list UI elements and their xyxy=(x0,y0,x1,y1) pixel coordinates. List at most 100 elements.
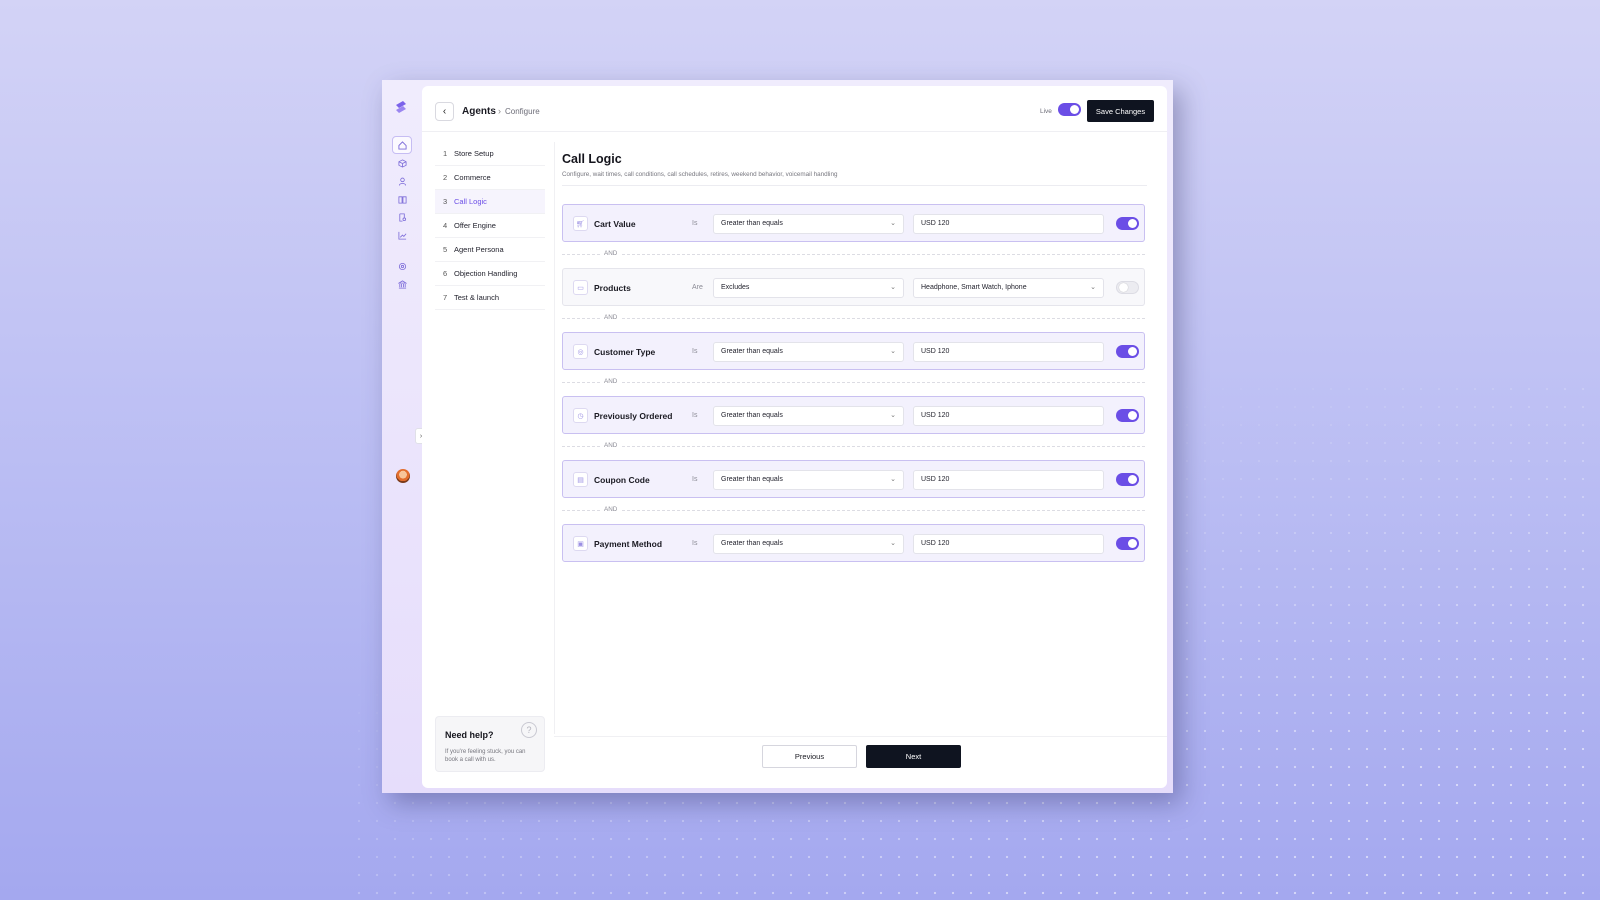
condition-row-products: ▭ Products Are Excludes ⌄ Headphone, Sma… xyxy=(562,268,1145,306)
dashed-line xyxy=(562,318,1145,319)
step-label: Agent Persona xyxy=(454,245,504,254)
condition-row-coupon-code: ▤ Coupon Code Is Greater than equals ⌄ U… xyxy=(562,460,1145,498)
step-number: 3 xyxy=(443,197,448,206)
user-icon[interactable] xyxy=(392,172,412,190)
condition-label: Previously Ordered xyxy=(594,411,673,421)
back-button[interactable]: ‹ xyxy=(435,102,454,121)
step-label: Objection Handling xyxy=(454,269,518,278)
operator-select[interactable]: Greater than equals ⌄ xyxy=(713,470,904,490)
condition-toggle[interactable] xyxy=(1116,217,1139,230)
step-label: Test & launch xyxy=(454,293,500,302)
chevron-down-icon: ⌄ xyxy=(890,412,896,419)
and-label: AND xyxy=(601,250,621,257)
value-text: USD 120 xyxy=(921,348,950,355)
condition-toggle[interactable] xyxy=(1116,409,1139,422)
chevron-down-icon: ⌄ xyxy=(1090,284,1096,291)
document-search-icon[interactable] xyxy=(392,208,412,226)
chevron-down-icon: ⌄ xyxy=(890,540,896,547)
bank-icon[interactable] xyxy=(392,275,412,293)
operator-select[interactable]: Greater than equals ⌄ xyxy=(713,534,904,554)
operator-select[interactable]: Greater than equals ⌄ xyxy=(713,214,904,234)
step-commerce[interactable]: 2 Commerce xyxy=(435,166,545,190)
step-store-setup[interactable]: 1 Store Setup xyxy=(435,142,545,166)
step-label: Commerce xyxy=(454,173,491,182)
step-number: 5 xyxy=(443,245,448,254)
live-toggle[interactable] xyxy=(1058,103,1081,116)
footer-bar: Previous Next xyxy=(554,736,1167,788)
condition-row-payment-method: ▣ Payment Method Is Greater than equals … xyxy=(562,524,1145,562)
ticket-icon: ▤ xyxy=(573,472,588,487)
operator-value: Greater than equals xyxy=(721,412,783,419)
card-icon: ▣ xyxy=(573,536,588,551)
value-input[interactable]: USD 120 xyxy=(913,470,1104,490)
condition-verb: Is xyxy=(692,476,698,483)
help-card[interactable]: Need help? If you're feeling stuck, you … xyxy=(435,716,545,772)
operator-value: Greater than equals xyxy=(721,540,783,547)
value-text: USD 120 xyxy=(921,540,950,547)
clock-icon: ◷ xyxy=(573,408,588,423)
condition-row-cart-value: 🛒︎ Cart Value Is Greater than equals ⌄ U… xyxy=(562,204,1145,242)
and-connector: AND xyxy=(562,313,1145,323)
condition-verb: Is xyxy=(692,348,698,355)
condition-row-previously-ordered: ◷ Previously Ordered Is Greater than equ… xyxy=(562,396,1145,434)
cart-icon: 🛒︎ xyxy=(573,216,588,231)
page-subtitle: Configure, wait times, call conditions, … xyxy=(562,171,838,178)
step-number: 2 xyxy=(443,173,448,182)
step-test-launch[interactable]: 7 Test & launch xyxy=(435,286,545,310)
settings-icon[interactable] xyxy=(392,257,412,275)
main-panel: ‹ Agents › Configure Live Save Changes 1… xyxy=(422,86,1167,788)
condition-toggle[interactable] xyxy=(1116,473,1139,486)
home-icon[interactable] xyxy=(392,136,412,154)
condition-verb: Is xyxy=(692,540,698,547)
condition-verb: Are xyxy=(692,284,703,291)
step-agent-persona[interactable]: 5 Agent Persona xyxy=(435,238,545,262)
condition-toggle[interactable] xyxy=(1116,537,1139,550)
value-text: Headphone, Smart Watch, Iphone xyxy=(921,284,1027,291)
and-label: AND xyxy=(601,314,621,321)
step-objection-handling[interactable]: 6 Objection Handling xyxy=(435,262,545,286)
breadcrumb-separator: › xyxy=(498,106,501,116)
save-changes-button[interactable]: Save Changes xyxy=(1087,100,1154,122)
condition-label: Cart Value xyxy=(594,219,636,229)
operator-select[interactable]: Greater than equals ⌄ xyxy=(713,406,904,426)
condition-label: Customer Type xyxy=(594,347,656,357)
step-offer-engine[interactable]: 4 Offer Engine xyxy=(435,214,545,238)
dashed-line xyxy=(562,510,1145,511)
breadcrumb-agents[interactable]: Agents xyxy=(462,106,496,117)
user-avatar[interactable] xyxy=(396,469,410,483)
condition-toggle[interactable] xyxy=(1116,345,1139,358)
operator-select[interactable]: Greater than equals ⌄ xyxy=(713,342,904,362)
column-divider xyxy=(554,142,555,734)
condition-toggle[interactable] xyxy=(1116,281,1139,294)
value-input[interactable]: USD 120 xyxy=(913,342,1104,362)
value-text: USD 120 xyxy=(921,220,950,227)
condition-verb: Is xyxy=(692,412,698,419)
book-icon[interactable] xyxy=(392,190,412,208)
value-input[interactable]: USD 120 xyxy=(913,406,1104,426)
chart-icon[interactable] xyxy=(392,226,412,244)
value-input[interactable]: USD 120 xyxy=(913,214,1104,234)
condition-verb: Is xyxy=(692,220,698,227)
operator-select[interactable]: Excludes ⌄ xyxy=(713,278,904,298)
dashed-line xyxy=(562,446,1145,447)
condition-label: Payment Method xyxy=(594,539,663,549)
and-connector: AND xyxy=(562,505,1145,515)
previous-button[interactable]: Previous xyxy=(762,745,857,768)
and-label: AND xyxy=(601,442,621,449)
title-divider xyxy=(562,185,1147,186)
step-label: Call Logic xyxy=(454,197,487,206)
package-icon[interactable] xyxy=(392,154,412,172)
products-select[interactable]: Headphone, Smart Watch, Iphone ⌄ xyxy=(913,278,1104,298)
step-number: 7 xyxy=(443,293,448,302)
question-icon: ? xyxy=(521,722,537,738)
chevron-down-icon: ⌄ xyxy=(890,476,896,483)
value-input[interactable]: USD 120 xyxy=(913,534,1104,554)
step-number: 4 xyxy=(443,221,448,230)
step-number: 6 xyxy=(443,269,448,278)
dashed-line xyxy=(562,382,1145,383)
next-button[interactable]: Next xyxy=(866,745,961,768)
operator-value: Greater than equals xyxy=(721,476,783,483)
and-connector: AND xyxy=(562,377,1145,387)
brand-logo-icon xyxy=(396,101,406,113)
step-call-logic[interactable]: 3 Call Logic xyxy=(435,190,545,214)
